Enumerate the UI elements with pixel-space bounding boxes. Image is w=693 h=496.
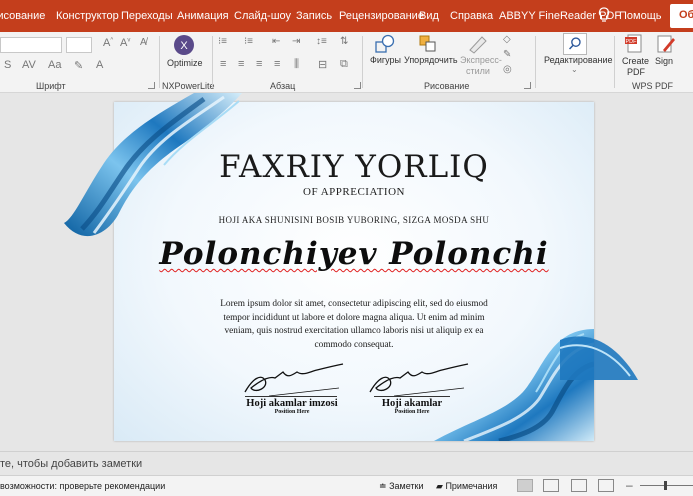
optimize-button[interactable]: Optimize [167,58,203,68]
group-label-font: Шрифт [36,81,66,91]
svg-text:X: X [180,40,188,52]
shape-effects-icon[interactable]: ◎ [503,64,512,75]
shrink-font-icon[interactable]: Av [120,37,130,49]
tab-record[interactable]: Запись [296,10,332,22]
group-label-drawing: Рисование [424,81,470,91]
editing-button[interactable]: Редактирование [544,55,613,65]
separator [614,36,615,88]
notes-button[interactable]: ≐ Заметки [379,481,424,492]
tell-me-label[interactable]: Помощь [619,10,662,22]
shape-outline-icon[interactable]: ✎ [503,49,511,60]
lightbulb-icon[interactable] [598,7,610,23]
align-center-icon[interactable]: ≡ [238,58,244,70]
notes-icon: ≐ [379,481,387,491]
certificate-body-text[interactable]: Lorem ipsum dolor sit amet, consectetur … [212,298,496,352]
sign-icon[interactable] [655,33,677,55]
slideshow-view-icon[interactable] [598,479,614,492]
accessibility-status[interactable]: возможности: проверьте рекомендации [0,481,165,491]
grow-font-icon[interactable]: A^ [103,37,113,49]
decorative-swirl-overflow [560,336,638,380]
quick-styles-button-line2: стили [466,66,490,76]
paragraph-dialog-launcher-icon[interactable] [354,82,361,89]
char-spacing-icon[interactable]: AV [22,59,36,71]
signature-line-1 [245,396,337,397]
separator [159,36,160,88]
signature-image-1 [244,363,344,397]
notes-placeholder[interactable]: те, чтобы добавить заметки [0,458,142,470]
smartart-icon[interactable]: ⧉ [340,58,348,71]
signer-name-1[interactable]: Hoji akamlar imzosi [222,398,362,409]
arrange-icon[interactable] [418,34,440,54]
tab-view[interactable]: Вид [419,10,439,22]
slide-sorter-icon[interactable] [543,479,559,492]
zoom-out-icon[interactable]: – [626,478,633,492]
align-text-icon[interactable]: ⊟ [318,58,327,71]
group-label-nxpowerlite: NXPowerLite [162,81,215,91]
signer-name-2[interactable]: Hoji akamlar [342,398,482,409]
quick-styles-icon[interactable] [466,34,490,54]
font-color-icon[interactable]: A [96,59,103,71]
sign-button[interactable]: Sign [655,56,673,66]
font-dialog-launcher-icon[interactable] [148,82,155,89]
normal-view-icon[interactable] [517,479,533,492]
notes-button-label: Заметки [389,481,424,491]
highlight-icon[interactable]: ✎ [74,59,83,72]
bullets-icon[interactable]: ⁝≡ [218,36,227,47]
change-case-icon[interactable]: Aa [48,59,61,71]
align-left-icon[interactable]: ≡ [220,58,226,70]
clear-format-icon[interactable]: A̸ [140,37,147,48]
decorative-swirl-top-left [64,93,242,237]
group-label-paragraph: Абзац [270,81,296,91]
zoom-slider-thumb[interactable] [664,481,667,490]
align-right-icon[interactable]: ≡ [256,58,262,70]
numbering-icon[interactable]: ⁝≡ [244,36,253,47]
tab-drawing[interactable]: Рисование [0,10,45,22]
create-pdf-icon[interactable]: PDF [624,33,646,55]
tab-review[interactable]: Рецензирование [339,10,424,22]
tab-slideshow[interactable]: Слайд-шоу [234,10,291,22]
ribbon-tabs-bar: Рисование Конструктор Переходы Анимация … [0,0,693,32]
chevron-down-icon[interactable]: ⌄ [571,65,578,74]
arrange-button[interactable]: Упорядочить [404,55,458,65]
separator [212,36,213,88]
columns-icon[interactable]: ⫼ [294,58,299,71]
shapes-icon[interactable] [374,34,396,54]
signature-line-2 [374,396,450,397]
ribbon: A^ Av A̸ S AV Aa ✎ A Шрифт X Optimize NX… [0,32,693,93]
create-pdf-button[interactable]: Create [622,56,649,66]
separator [362,36,363,88]
comment-icon: ▰ [436,481,443,491]
decrease-indent-icon[interactable]: ⇤ [272,36,280,47]
font-name-combo[interactable] [0,37,62,53]
justify-icon[interactable]: ≡ [274,58,280,70]
reading-view-icon[interactable] [571,479,587,492]
status-bar: возможности: проверьте рекомендации ≐ За… [0,475,693,496]
shape-fill-icon[interactable]: ◇ [503,34,511,45]
signer-position-1[interactable]: Position Here [222,409,362,415]
increase-indent-icon[interactable]: ⇥ [292,36,300,47]
tab-transitions[interactable]: Переходы [121,10,173,22]
comments-button-label: Примечания [445,481,498,491]
tab-help[interactable]: Справка [450,10,493,22]
optimize-icon[interactable]: X [173,34,195,56]
line-spacing-icon[interactable]: ↕≡ [316,36,327,47]
signer-position-2[interactable]: Position Here [342,409,482,415]
text-direction-icon[interactable]: ⇅ [340,36,348,47]
share-button[interactable]: Об [670,4,693,28]
editing-search-icon[interactable] [563,33,587,55]
separator [535,36,536,88]
quick-styles-button[interactable]: Экспресс- [460,55,502,65]
notes-pane[interactable]: те, чтобы добавить заметки [0,451,693,476]
shadow-icon[interactable]: S [4,59,11,71]
tab-animation[interactable]: Анимация [177,10,229,22]
font-size-combo[interactable] [66,37,92,53]
signature-image-2 [369,363,469,397]
tab-design[interactable]: Конструктор [56,10,119,22]
drawing-dialog-launcher-icon[interactable] [524,82,531,89]
group-label-wpspdf: WPS PDF [632,81,674,91]
shapes-button[interactable]: Фигуры [370,55,401,65]
create-pdf-button-line2: PDF [627,67,645,77]
comments-button[interactable]: ▰ Примечания [436,481,497,492]
svg-text:PDF: PDF [626,39,638,45]
